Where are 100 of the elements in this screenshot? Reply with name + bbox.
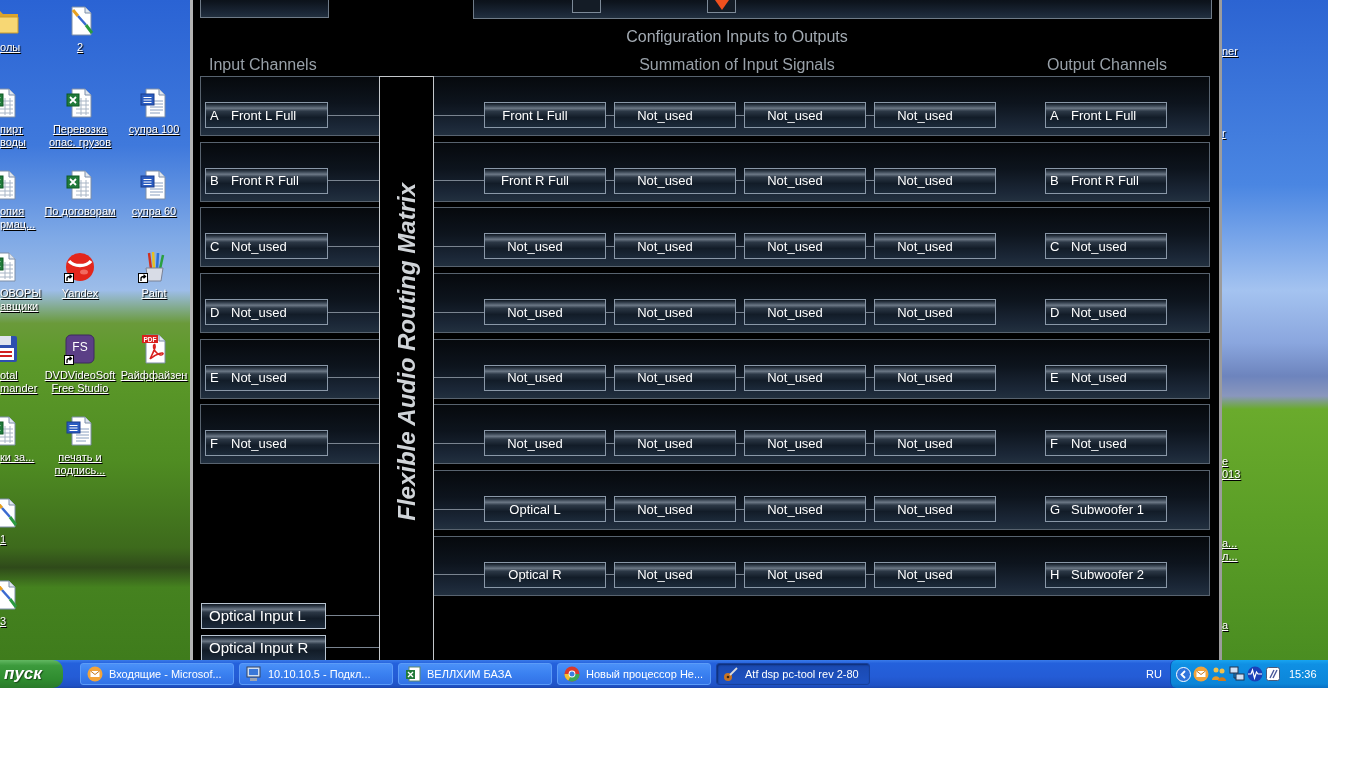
desktop-icon-label[interactable]: 1 xyxy=(0,533,7,546)
optical-input-button[interactable]: Optical Input R xyxy=(201,634,326,660)
summation-selector[interactable]: Front R Full xyxy=(484,167,606,194)
summation-selector[interactable]: Not_used xyxy=(484,233,606,260)
desktop-icon-label[interactable]: Перевозка опас. грузов xyxy=(48,123,112,149)
desktop-icon-label[interactable]: DVDVideoSoft Free Studio xyxy=(44,369,116,395)
output-channel-selector[interactable]: H Subwoofer 2 xyxy=(1045,561,1167,588)
taskbar-button[interactable]: ВЕЛЛХИМ БАЗА xyxy=(398,663,552,685)
summation-selector[interactable]: Front L Full xyxy=(484,102,606,128)
desktop-icon-label[interactable]: a xyxy=(1222,619,1229,632)
band-title: Flexible Audio Routing Matrix xyxy=(392,183,421,521)
app-tile-icon[interactable]: FS xyxy=(64,333,96,365)
output-channel-selector[interactable]: E Not_used xyxy=(1045,364,1167,391)
taskbar-button[interactable]: 10.10.10.5 - Подкл... xyxy=(239,663,393,685)
summation-selector[interactable]: Not_used xyxy=(874,430,996,457)
summation-selector[interactable]: Not_used xyxy=(484,299,606,326)
output-channel-selector[interactable]: C Not_used xyxy=(1045,233,1167,260)
input-channel-selector[interactable]: D Not_used xyxy=(205,299,328,326)
summation-selector[interactable]: Not_used xyxy=(744,430,866,457)
mail-icon[interactable] xyxy=(1193,666,1209,682)
summation-selector[interactable]: Not_used xyxy=(874,167,996,194)
taskbar-button[interactable]: Входящие - Microsof... xyxy=(80,663,234,685)
connector-line xyxy=(326,647,379,649)
taskbar-button[interactable]: Новый процессор Не... xyxy=(557,663,711,685)
input-channel-selector[interactable]: E Not_used xyxy=(205,364,328,391)
summation-selector[interactable]: Not_used xyxy=(744,299,866,326)
connector-line xyxy=(866,245,874,247)
output-channel-selector[interactable]: B Front R Full xyxy=(1045,167,1167,194)
summation-selector[interactable]: Not_used xyxy=(614,233,736,260)
connector-line xyxy=(328,442,379,444)
input-channel-selector[interactable]: C Not_used xyxy=(205,233,328,260)
output-channel-selector[interactable]: D Not_used xyxy=(1045,299,1167,326)
summation-selector[interactable]: Not_used xyxy=(614,167,736,194)
desktop-icon-label[interactable]: Райффайзен xyxy=(120,369,188,382)
connector-line xyxy=(434,180,484,182)
desktop-icon-label[interactable]: олы xyxy=(0,41,21,54)
summation-selector[interactable]: Not_used xyxy=(744,167,866,194)
summation-selector[interactable]: Not_used xyxy=(874,299,996,326)
summation-selector[interactable]: Not_used xyxy=(614,299,736,326)
connector-line xyxy=(434,245,484,247)
summation-selector[interactable]: Not_used xyxy=(874,102,996,128)
summation-selector[interactable]: Not_used xyxy=(614,430,736,457)
image-file-icon[interactable] xyxy=(0,579,20,611)
connector-line xyxy=(606,114,614,116)
summation-selector[interactable]: Not_used xyxy=(874,561,996,588)
desktop-icon-label[interactable]: 3 xyxy=(0,615,7,628)
summation-selector[interactable]: Not_used xyxy=(744,561,866,588)
summation-selector[interactable]: Not_used xyxy=(744,102,866,128)
summation-selector[interactable]: Not_used xyxy=(874,496,996,523)
chevron-left-icon[interactable] xyxy=(1176,666,1191,682)
summation-selector[interactable]: Not_used xyxy=(614,102,736,128)
image-file-icon[interactable] xyxy=(0,497,20,529)
output-channel-selector[interactable]: F Not_used xyxy=(1045,430,1167,457)
desktop-icon-label[interactable]: 2 xyxy=(76,41,84,54)
connector-line xyxy=(866,180,874,182)
network-icon[interactable] xyxy=(1229,666,1245,682)
start-button[interactable]: пуск xyxy=(0,660,63,688)
connector-line xyxy=(866,508,874,510)
desktop-icon-label[interactable]: r xyxy=(1222,127,1226,140)
summation-selector[interactable]: Not_used xyxy=(614,364,736,391)
desktop-icon-label[interactable]: пирт воды xyxy=(0,123,26,149)
connector-line xyxy=(434,442,484,444)
app-icon[interactable] xyxy=(1265,666,1281,682)
connector-line xyxy=(736,114,744,116)
output-channel-selector[interactable]: A Front L Full xyxy=(1045,102,1167,128)
connector-line xyxy=(434,114,484,116)
connector-line xyxy=(606,311,614,313)
spreadsheet-icon xyxy=(405,666,421,682)
connector-line xyxy=(606,574,614,576)
summation-selector[interactable]: Not_used xyxy=(484,364,606,391)
section-title: Configuration Inputs to Outputs xyxy=(625,28,849,46)
waveform-icon[interactable] xyxy=(1247,666,1263,682)
summation-selector[interactable]: Not_used xyxy=(614,561,736,588)
ball-icon[interactable] xyxy=(64,251,96,283)
input-channel-selector[interactable]: A Front L Full xyxy=(205,102,328,128)
language-indicator[interactable]: RU xyxy=(1146,668,1162,680)
clock[interactable]: 15:36 xyxy=(1289,668,1317,680)
summation-selector[interactable]: Not_used xyxy=(874,233,996,260)
desktop-icon-label[interactable]: ner xyxy=(1222,45,1238,58)
input-channel-selector[interactable]: F Not_used xyxy=(205,430,328,457)
taskbar-button[interactable]: Atf dsp pc-tool rev 2-80 xyxy=(716,663,870,685)
desktop-icon-label[interactable]: ки за... xyxy=(0,451,35,464)
connector-line xyxy=(328,180,379,182)
output-channel-selector[interactable]: G Subwoofer 1 xyxy=(1045,496,1167,523)
summation-selector[interactable]: Optical R xyxy=(484,561,606,588)
summation-selector[interactable]: Not_used xyxy=(874,364,996,391)
connector-line xyxy=(606,180,614,182)
connector-line xyxy=(606,377,614,379)
summation-selector[interactable]: Optical L xyxy=(484,496,606,523)
summation-selector[interactable]: Not_used xyxy=(484,430,606,457)
summation-selector[interactable]: Not_used xyxy=(744,233,866,260)
desktop-icon-label[interactable]: otal mander xyxy=(0,369,38,395)
connector-line xyxy=(606,245,614,247)
summation-selector[interactable]: Not_used xyxy=(744,496,866,523)
desktop-icon-label[interactable]: печать и подпись... xyxy=(54,451,106,477)
optical-input-button[interactable]: Optical Input L xyxy=(201,602,326,629)
summation-selector[interactable]: Not_used xyxy=(744,364,866,391)
input-channel-selector[interactable]: B Front R Full xyxy=(205,167,328,194)
desktop-icon-label[interactable]: супра 100 xyxy=(128,123,180,136)
summation-selector[interactable]: Not_used xyxy=(614,496,736,523)
